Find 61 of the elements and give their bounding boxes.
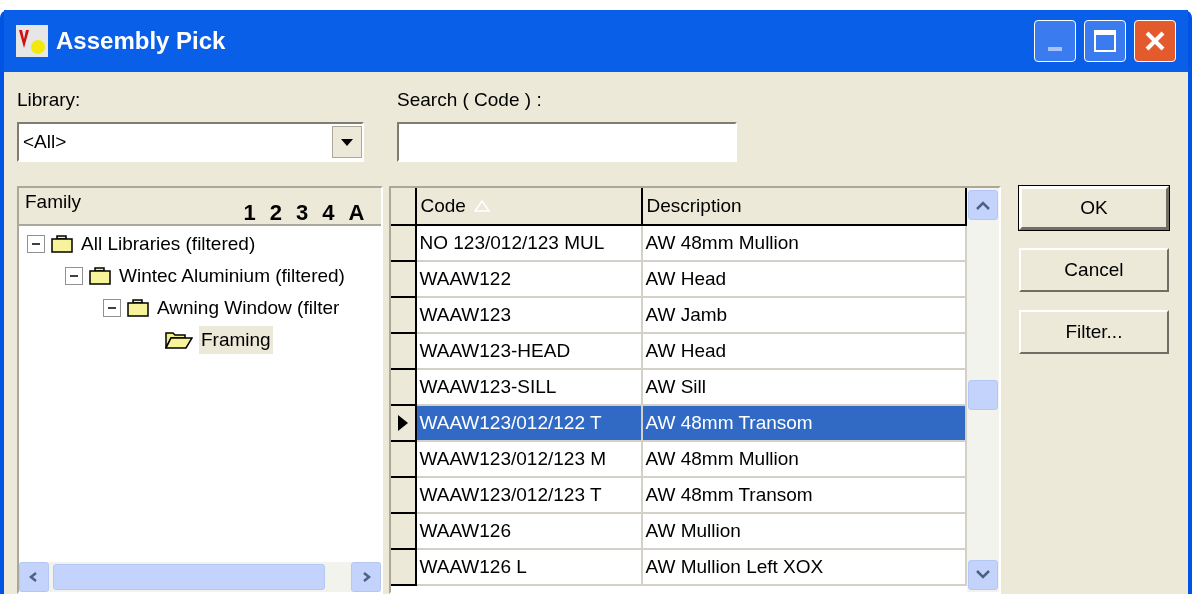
scroll-right-button[interactable]	[350, 562, 381, 592]
folder-icon	[127, 298, 149, 318]
search-label: Search ( Code ) :	[397, 88, 543, 112]
row-indicator	[390, 550, 417, 586]
tree-item[interactable]: All Libraries (filtered)	[79, 229, 258, 259]
caret-icon	[975, 570, 990, 580]
minimize-button[interactable]	[1034, 20, 1076, 62]
table-row[interactable]: WAAW126 L AW Mullion Left XOX	[390, 550, 967, 586]
level-button[interactable]: 2	[269, 202, 283, 224]
open-folder-icon	[165, 330, 193, 350]
tree-item[interactable]: Framing	[199, 325, 273, 355]
scroll-thumb[interactable]	[967, 380, 998, 410]
level-button[interactable]: 4	[322, 202, 335, 224]
table-row[interactable]: WAAW126 AW Mullion	[390, 514, 967, 550]
row-indicator	[390, 478, 417, 514]
row-indicator	[390, 514, 417, 550]
dialog-button[interactable]: Cancel	[1018, 248, 1169, 292]
level-button[interactable]: A	[348, 202, 365, 224]
dialog-button[interactable]: Filter...	[1018, 310, 1169, 354]
level-button[interactable]: 1	[243, 202, 256, 224]
scroll-up-button[interactable]	[967, 190, 998, 220]
scroll-thumb[interactable]	[53, 564, 325, 590]
current-row-icon	[397, 415, 408, 431]
table-row[interactable]: WAAW123/012/123 T AW 48mm Transom	[390, 478, 967, 514]
row-indicator	[390, 298, 417, 334]
row-indicator	[390, 442, 417, 478]
tree-item[interactable]: Wintec Aluminium (filtered)	[117, 261, 347, 291]
table-row[interactable]: WAAW123/012/122 T AW 48mm Transom	[390, 406, 967, 442]
row-indicator	[390, 334, 417, 370]
table-row[interactable]: WAAW123-HEAD AW Head	[390, 334, 967, 370]
folder-icon	[51, 234, 73, 254]
table-cell: WAAW126 L	[416, 550, 643, 586]
scroll-left-button[interactable]	[19, 562, 49, 592]
row-indicator	[390, 262, 417, 298]
table-row[interactable]: WAAW123/012/123 M AW 48mm Mullion	[390, 442, 967, 478]
close-button[interactable]	[1134, 20, 1176, 62]
caret-icon	[975, 200, 990, 210]
level-button[interactable]: 3	[296, 202, 309, 224]
sort-ascending-icon	[473, 200, 490, 212]
row-indicator	[390, 226, 417, 262]
family-label: Family	[25, 190, 81, 214]
table-row[interactable]: NO 123/012/123 MUL AW 48mm Mullion	[390, 226, 967, 262]
close-icon	[1143, 29, 1167, 53]
search-field[interactable]	[397, 122, 737, 162]
maximize-button[interactable]	[1084, 20, 1126, 62]
table-cell: AW Mullion Left XOX	[642, 550, 967, 586]
folder-icon	[89, 266, 111, 286]
row-indicator	[390, 370, 417, 406]
table-row[interactable]: WAAW123-SILL AW Sill	[390, 370, 967, 406]
table-row[interactable]: WAAW122 AW Head	[390, 262, 967, 298]
table-row[interactable]: WAAW123 AW Jamb	[390, 298, 967, 334]
app-logo-icon	[16, 25, 48, 57]
tree-item[interactable]: Awning Window (filter	[155, 293, 342, 323]
collapse-toggle[interactable]	[65, 267, 83, 285]
scroll-down-button[interactable]	[967, 560, 998, 590]
dialog-button[interactable]: OK	[1018, 186, 1169, 230]
library-dropdown[interactable]: <All>	[17, 122, 364, 162]
library-label: Library:	[17, 88, 82, 112]
collapse-toggle[interactable]	[27, 235, 45, 253]
window-title: Assembly Pick	[56, 26, 227, 56]
collapse-toggle[interactable]	[103, 299, 121, 317]
